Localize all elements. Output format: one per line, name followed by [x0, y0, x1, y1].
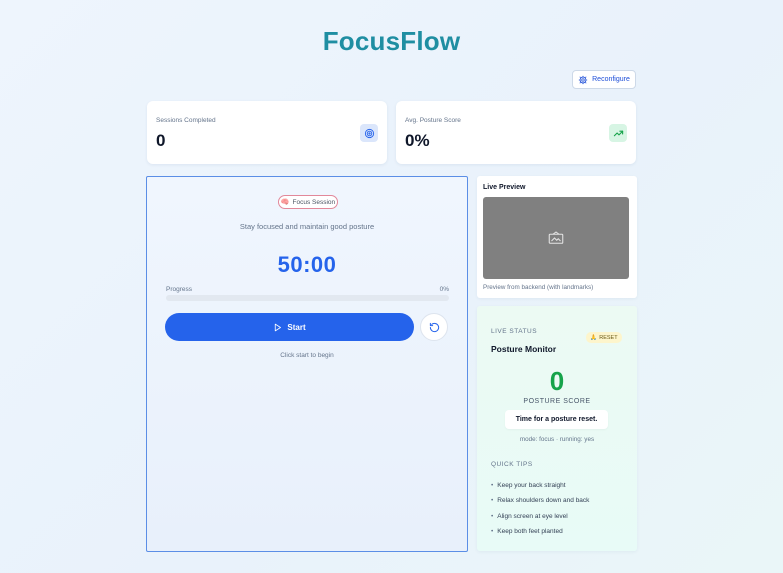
hands-icon: 🙏 [590, 334, 598, 341]
reconfigure-button[interactable]: Reconfigure [572, 70, 636, 89]
quick-tips-title: QUICK TIPS [491, 461, 533, 468]
gear-icon [578, 75, 588, 84]
focus-subtitle: Stay focused and maintain good posture [239, 222, 375, 231]
progress-label: Progress [166, 286, 193, 293]
avg-posture-score-card: Avg. Posture Score 0% [396, 101, 636, 164]
posture-monitor-card: LIVE STATUS 🙏 RESET Posture Monitor 0 PO… [477, 306, 637, 551]
posture-message: Time for a posture reset. [505, 410, 608, 429]
list-item: • Relax shoulders down and back [491, 497, 590, 505]
live-preview-title: Live Preview [483, 184, 526, 191]
live-preview-caption: Preview from backend (with landmarks) [483, 284, 594, 291]
rotate-ccw-icon [429, 322, 439, 332]
list-item: • Keep your back straight [491, 482, 566, 489]
sessions-completed-card: Sessions Completed 0 [147, 101, 387, 164]
focus-session-badge-label: Focus Session [292, 198, 336, 206]
sessions-completed-label: Sessions Completed [156, 117, 216, 124]
reset-timer-button[interactable] [420, 313, 448, 341]
avg-posture-score-label: Avg. Posture Score [405, 117, 461, 124]
live-status-label: LIVE STATUS [491, 328, 538, 335]
start-button[interactable]: Start [165, 313, 414, 341]
image-placeholder-icon [548, 231, 564, 244]
live-preview-card: Live Preview Preview from backend (with … [477, 176, 637, 298]
brain-icon: 🧠 [280, 199, 290, 206]
posture-score-value: 0 [549, 366, 565, 396]
trending-up-icon [609, 124, 627, 142]
camera-preview [483, 197, 629, 279]
list-item: • Keep both feet planted [491, 527, 563, 535]
mode-status-line: mode: focus · running: yes [519, 436, 595, 443]
focus-session-panel: 🧠 Focus Session Stay focused and maintai… [146, 176, 468, 552]
start-hint: Click start to begin [280, 352, 334, 359]
countdown-timer: 50:00 [277, 252, 337, 277]
start-button-label: Start [287, 322, 306, 332]
focus-session-badge: 🧠 Focus Session [278, 195, 338, 209]
reconfigure-label: Reconfigure [592, 76, 630, 83]
posture-score-label: POSTURE SCORE [523, 398, 591, 405]
quick-tips-list: • Keep your back straight • Relax shoulder… [491, 481, 589, 542]
play-icon [275, 323, 282, 331]
reset-badge-label: RESET [599, 334, 618, 341]
reset-status-badge: 🙏 RESET [586, 332, 622, 343]
progress-bar [166, 295, 449, 301]
sessions-completed-value: 0 [156, 131, 166, 150]
posture-monitor-title: Posture Monitor [491, 344, 557, 354]
target-icon [360, 124, 378, 142]
list-item: • Align screen at eye level [491, 512, 568, 520]
avg-posture-score-value: 0% [405, 131, 430, 150]
app-title: FocusFlow [322, 26, 461, 56]
progress-percent: 0% [439, 286, 449, 293]
